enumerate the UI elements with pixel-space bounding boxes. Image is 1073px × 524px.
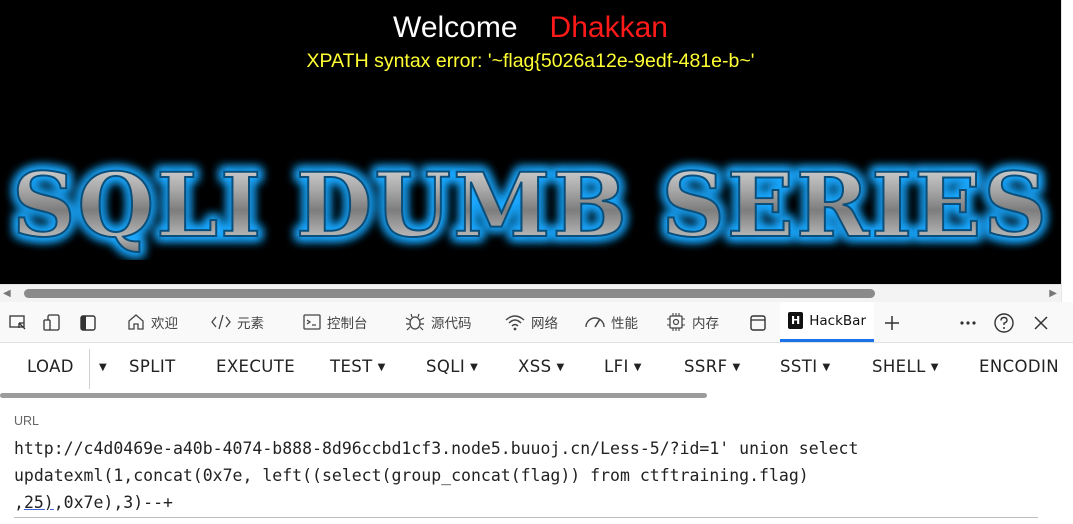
bug-icon [405,313,425,331]
encoding-menu-button[interactable]: ENCODIN [979,357,1059,376]
home-icon [128,314,144,330]
load-label: LOAD [27,357,74,376]
toolbar-divider [89,349,90,389]
tab-performance[interactable]: 性能 [584,302,638,342]
dock-panel-icon[interactable] [76,311,100,335]
wifi-icon [505,315,525,331]
chevron-down-icon: ▼ [930,362,939,373]
scroll-left-arrow-icon[interactable]: ◀ [3,288,11,299]
tab-elements[interactable]: 元素 [210,302,264,342]
tab-welcome[interactable]: 欢迎 [126,302,178,342]
welcome-line: Welcome Dhakkan [0,10,1061,46]
device-emulation-icon[interactable] [40,311,64,335]
tab-label: 内存 [692,316,719,332]
chevron-down-icon: ▼ [470,362,479,373]
shell-label: SHELL [872,357,926,376]
url-text-segment: ,0x7e),3)--+ [53,493,173,512]
error-message: XPATH syntax error: '~flag{5026a12e-9edf… [306,50,755,72]
execute-label: EXECUTE [216,357,296,376]
ssti-menu-button[interactable]: SSTI ▼ [780,357,831,376]
tab-label: HackBar [809,312,866,329]
chevron-down-icon: ▼ [822,362,831,373]
ssti-label: SSTI [780,357,818,376]
load-dropdown-button[interactable]: ▼ [94,357,107,376]
welcome-label: Welcome [393,11,518,44]
scroll-right-arrow-icon[interactable]: ▶ [1049,288,1057,299]
chevron-down-icon: ▼ [556,362,565,373]
hackbar-toolbar: LOAD ▼ SPLIT EXECUTE TEST ▼ SQLI ▼ XSS ▼ LF… [0,343,1073,398]
test-menu-button[interactable]: TEST ▼ [330,357,386,376]
url-input[interactable]: http://c4d0469e-a40b-4074-b888-8d96ccbd1… [14,435,1054,516]
tab-label: 控制台 [327,316,368,332]
url-line: http://c4d0469e-a40b-4074-b888-8d96ccbd1… [14,439,859,458]
hackbar-logo-icon: H [788,312,804,329]
horizontal-scrollbar[interactable]: ◀ ▶ [0,284,1061,302]
split-button[interactable]: SPLIT [129,357,176,376]
tab-network[interactable]: 网络 [504,302,558,342]
tab-memory[interactable]: 内存 [665,302,719,342]
chip-icon [667,313,685,331]
xss-label: XSS [518,357,552,376]
inspect-element-icon[interactable] [6,311,30,335]
tab-sources[interactable]: 源代码 [404,302,472,342]
close-devtools-icon[interactable] [1029,311,1053,335]
sqli-menu-button[interactable]: SQLI ▼ [426,357,478,376]
scrollbar-thumb[interactable] [24,289,875,298]
gauge-icon [585,317,605,328]
lfi-menu-button[interactable]: LFI ▼ [604,357,642,376]
xss-menu-button[interactable]: XSS ▼ [518,357,565,376]
lfi-label: LFI [604,357,629,376]
test-label: TEST [330,357,373,376]
chevron-down-icon: ▼ [633,362,642,373]
url-label: URL [14,414,40,428]
svg-text:SQLI DUMB SERIES: SQLI DUMB SERIES [12,153,1049,257]
tab-label: 性能 [611,316,638,332]
ssrf-menu-button[interactable]: SSRF ▼ [684,357,741,376]
execute-button[interactable]: EXECUTE [216,357,295,376]
tab-hackbar[interactable]: H HackBar [780,302,874,342]
tab-label: 网络 [531,316,558,332]
load-button[interactable]: LOAD [27,357,74,376]
application-panel-icon[interactable] [746,311,770,335]
tab-console[interactable]: 控制台 [302,302,368,342]
more-options-icon[interactable] [956,311,980,335]
sqli-label: SQLI [426,357,466,376]
tab-label: 元素 [237,316,264,332]
page-viewport: Welcome Dhakkan XPATH syntax error: '~fla… [0,0,1061,284]
url-text-segment: , [14,493,24,512]
add-tab-icon[interactable] [880,311,904,335]
url-line: updatexml(1,concat(0x7e, left((select(gr… [14,466,809,485]
ssrf-label: SSRF [684,357,728,376]
tab-label: 源代码 [431,316,472,332]
sqli-dumb-series-banner: SQLI DUMB SERIES SQLI DUMB SERIES [8,149,1051,260]
devtools-tab-bar: 欢迎 元素 控制台 源代码 网络 性能 内存 H HackBar [0,302,1073,343]
vertical-scrollbar[interactable] [1061,0,1073,302]
tab-label: 欢迎 [151,316,178,332]
console-icon [303,314,321,330]
shell-menu-button[interactable]: SHELL ▼ [872,357,939,376]
code-icon [211,314,231,330]
help-icon[interactable] [992,311,1016,335]
chevron-down-icon: ▼ [377,362,386,373]
encoding-label: ENCODIN [979,357,1059,376]
split-label: SPLIT [129,357,176,376]
url-input-underline [14,517,1038,518]
url-text-segment: 25) [23,493,54,512]
url-line: ,25),0x7e),3)--+ [14,493,173,512]
username-label: Dhakkan [549,11,668,44]
chevron-down-icon: ▼ [99,362,108,373]
url-panel: URL http://c4d0469e-a40b-4074-b888-8d96c… [0,398,1073,524]
chevron-down-icon: ▼ [732,362,741,373]
